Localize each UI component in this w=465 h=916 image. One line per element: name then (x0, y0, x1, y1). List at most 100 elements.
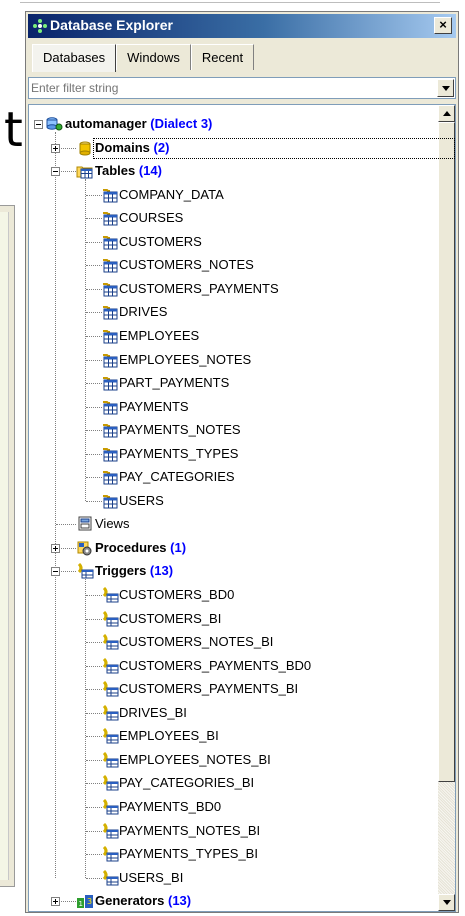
tree-node-table-label: CUSTOMERS_NOTES (119, 256, 254, 274)
tree-node-trigger-label: CUSTOMERS_PAYMENTS_BD0 (119, 657, 311, 675)
connector (86, 360, 102, 361)
expander-procedures[interactable] (51, 544, 60, 553)
tree-node-table-label: PART_PAYMENTS (119, 374, 229, 392)
tab-recent[interactable]: Recent (190, 44, 255, 70)
table-icon (101, 234, 119, 250)
tree-node-table-text: EMPLOYEES_NOTES (119, 352, 252, 367)
expander-generators[interactable] (51, 897, 60, 906)
tab-databases[interactable]: Databases (32, 44, 117, 72)
connector (86, 642, 102, 643)
vertical-scrollbar[interactable] (438, 105, 455, 911)
tree-node-table-text: PAYMENTS_TYPES (119, 446, 239, 461)
connector (86, 854, 102, 855)
background-window-content (0, 212, 9, 880)
connector (86, 265, 102, 266)
connector (86, 878, 102, 879)
connector (86, 336, 102, 337)
tree-node-table-label: PAYMENTS (119, 398, 189, 416)
tree-node-trigger-label: USERS_BI (119, 869, 183, 887)
tree-node-table-text: CUSTOMERS_PAYMENTS (119, 281, 279, 296)
expander-triggers[interactable] (51, 567, 60, 576)
connector (86, 713, 102, 714)
background-text: t (4, 102, 23, 158)
tree-node-generators-label: Generators (13) (95, 892, 191, 910)
filter-dropdown-button[interactable] (437, 79, 454, 97)
tree-node-table-text: USERS (119, 493, 164, 508)
trigger-icon (101, 586, 119, 603)
trigger-icon (101, 774, 119, 791)
tree-node-table-label: PAYMENTS_TYPES (119, 445, 238, 463)
trigger-icon (101, 751, 119, 768)
tree-node-views-text: Views (95, 516, 130, 531)
tree-node-trigger-text: PAYMENTS_BD0 (119, 799, 222, 814)
tree-node-trigger-text: PAYMENTS_NOTES_BI (119, 823, 261, 838)
tree-node-trigger-text: EMPLOYEES_BI (119, 728, 219, 743)
tree-node-table-text: EMPLOYEES (119, 328, 200, 343)
expander-domains[interactable] (51, 144, 60, 153)
tree-node-root-label: automanager (Dialect 3) (65, 115, 212, 133)
database-tree: automanager (Dialect 3) Domains (2) Tables… (28, 104, 456, 912)
close-button[interactable]: × (434, 17, 452, 34)
scroll-thumb[interactable] (438, 122, 455, 782)
table-icon (101, 328, 119, 344)
tree-node-trigger-text: PAYMENTS_TYPES_BI (119, 846, 258, 861)
tables-branch-line (85, 179, 86, 501)
tree-node-root-text: automanager (65, 116, 147, 131)
svg-text:3: 3 (87, 897, 92, 906)
tree-node-table-text: COURSES (119, 210, 184, 225)
title-bar[interactable]: Database Explorer × (28, 14, 456, 38)
tree-node-trigger-label: DRIVES_BI (119, 704, 187, 722)
tree-node-triggers-count: (13) (146, 563, 174, 578)
trigger-icon (101, 798, 119, 815)
tree-node-procedures-text: Procedures (95, 540, 167, 555)
trigger-icon (101, 822, 119, 839)
trigger-icon (101, 727, 119, 744)
tree-node-trigger-label: PAYMENTS_NOTES_BI (119, 822, 260, 840)
tree-node-table-text: PAY_CATEGORIES (119, 469, 235, 484)
connector (86, 218, 102, 219)
tree-node-table-text: CUSTOMERS (119, 234, 202, 249)
connector (86, 783, 102, 784)
filter-input[interactable] (31, 79, 431, 97)
tree-node-views-label: Views (95, 515, 129, 533)
tree-node-generators-text: Generators (95, 893, 165, 908)
tree-node-trigger-label: CUSTOMERS_BD0 (119, 586, 234, 604)
tree-node-table-text: DRIVES (119, 304, 168, 319)
tree-node-table-label: EMPLOYEES_NOTES (119, 351, 251, 369)
scroll-up-button[interactable] (438, 105, 455, 122)
connector (86, 595, 102, 596)
tree-node-trigger-text: EMPLOYEES_NOTES_BI (119, 752, 271, 767)
table-icon (101, 469, 119, 485)
tree-node-trigger-label: CUSTOMERS_NOTES_BI (119, 633, 273, 651)
connector (86, 195, 102, 196)
expander-tables[interactable] (51, 167, 60, 176)
tree-node-trigger-label: CUSTOMERS_PAYMENTS_BI (119, 680, 298, 698)
tree-node-trigger-label: PAYMENTS_BD0 (119, 798, 221, 816)
focus-rectangle (93, 138, 455, 159)
tree-node-table-text: COMPANY_DATA (119, 187, 224, 202)
tree-node-table-text: PAYMENTS_NOTES (119, 422, 241, 437)
tree-node-procedures-count: (1) (166, 540, 187, 555)
tree-node-table-text: PAYMENTS (119, 399, 189, 414)
views-icon (76, 516, 94, 532)
tree-node-trigger-label: EMPLOYEES_BI (119, 727, 219, 745)
tree-node-trigger-text: CUSTOMERS_PAYMENTS_BD0 (119, 658, 312, 673)
expander-root[interactable] (34, 120, 43, 129)
scroll-down-button[interactable] (438, 894, 455, 911)
domain-icon (76, 140, 94, 156)
connector (86, 430, 102, 431)
tab-windows[interactable]: Windows (116, 44, 191, 70)
tree-node-triggers-text: Triggers (95, 563, 147, 578)
connector (86, 501, 102, 502)
connector (86, 760, 102, 761)
trigger-icon (101, 610, 119, 627)
connector (86, 619, 102, 620)
connector (86, 289, 102, 290)
table-icon (101, 210, 119, 226)
connector (86, 312, 102, 313)
tree-node-trigger-text: DRIVES_BI (119, 705, 187, 720)
trigger-icon (101, 657, 119, 674)
tree-node-table-label: PAY_CATEGORIES (119, 468, 235, 486)
generators-icon: 13 (76, 893, 94, 909)
table-icon (101, 399, 119, 415)
